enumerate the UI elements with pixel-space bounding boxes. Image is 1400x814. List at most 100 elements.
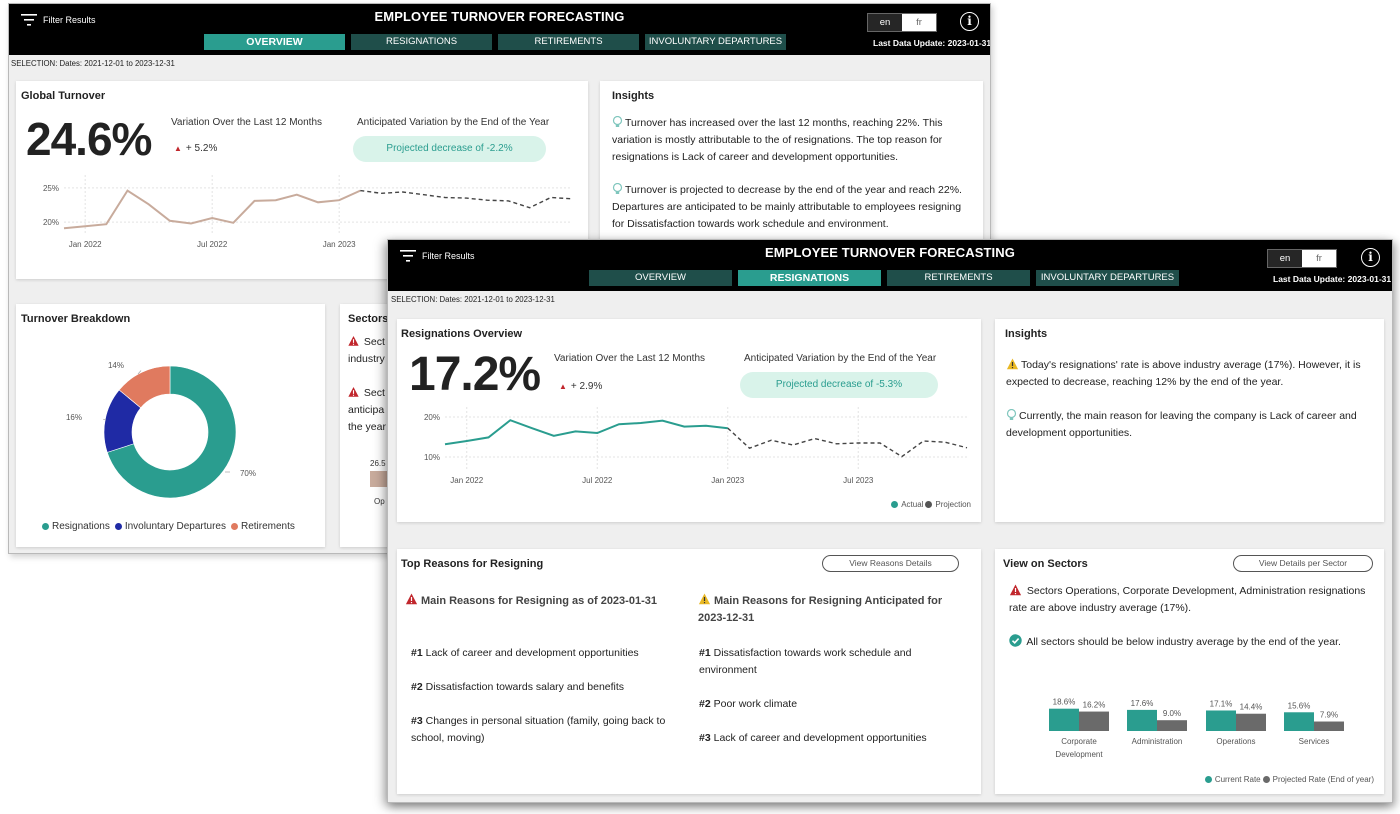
y-tick-label: 25%	[43, 184, 59, 193]
lang-fr-button[interactable]: fr	[1302, 250, 1336, 267]
current-reason-2: #2 Dissatisfaction towards salary and be…	[411, 679, 681, 696]
card-title: Global Turnover	[21, 90, 106, 102]
legend-resignations: Resignations	[42, 521, 110, 532]
variation-value: ▲ + 5.2%	[174, 143, 217, 154]
anticipated-reason-2: #2 Poor work climate	[699, 696, 961, 713]
donut-legend: Resignations Involuntary Departures Retire…	[42, 521, 300, 533]
warning-yellow-icon	[1006, 358, 1019, 370]
info-icon[interactable]: i	[1361, 248, 1380, 267]
turnover-breakdown-card: Turnover Breakdown 70% 16% 14% Resignation…	[16, 304, 325, 547]
up-triangle-icon: ▲	[559, 382, 567, 391]
sector-warning: Sect industry	[348, 334, 385, 368]
bar-value-label: 18.6%	[1053, 698, 1076, 707]
legend-actual: Actual	[891, 500, 923, 509]
top-bar: Filter Results EMPLOYEE TURNOVER FORECAS…	[388, 240, 1392, 291]
reason-text: Lack of career and development opportuni…	[425, 647, 639, 659]
sector-text: anticipa	[348, 404, 385, 416]
heading-text: Main Reasons for Resigning Anticipated f…	[698, 595, 943, 624]
legend-label: Retirements	[240, 521, 295, 532]
current-reasons-heading: Main Reasons for Resigning as of 2023-01…	[405, 593, 685, 610]
nav-tabs: OVERVIEW RESIGNATIONS RETIREMENTS INVOLU…	[204, 34, 786, 50]
bar-projected-rate	[1236, 713, 1266, 731]
tab-overview[interactable]: OVERVIEW	[204, 34, 345, 50]
sector-ok-text: All sectors should be below industry ave…	[1026, 636, 1341, 648]
heading-text: Main Reasons for Resigning as of 2023-01…	[421, 595, 657, 607]
tab-retirements[interactable]: RETIREMENTS	[498, 34, 639, 50]
bar-projected-rate	[1157, 720, 1187, 731]
warning-yellow-icon	[698, 593, 711, 605]
reason-rank: #1	[411, 647, 423, 659]
resignations-window: Filter Results EMPLOYEE TURNOVER FORECAS…	[387, 239, 1393, 803]
turnover-breakdown-donut: 70% 16% 14%	[66, 361, 256, 499]
insight-text: Turnover has increased over the last 12 …	[612, 117, 943, 163]
last-data-update: Last Data Update: 2023-01-31	[873, 38, 990, 48]
bar-value-label: 15.6%	[1288, 701, 1311, 710]
reason-rank: #1	[699, 647, 711, 659]
sector-category: Op	[374, 497, 385, 506]
projection-line	[727, 427, 968, 458]
reason-text: Changes in personal situation (family, g…	[411, 715, 666, 744]
warning-red-icon	[1009, 584, 1022, 596]
x-tick-label: Jan 2022	[69, 240, 102, 249]
language-toggle: en fr	[1267, 249, 1337, 268]
reason-rank: #2	[699, 698, 711, 710]
legend-retirements: Retirements	[230, 521, 295, 532]
sector-text: Sect	[363, 387, 385, 399]
current-reason-1: #1 Lack of career and development opport…	[411, 645, 681, 662]
check-circle-icon	[1009, 634, 1022, 647]
reason-rank: #3	[411, 715, 423, 727]
insight-paragraph: Currently, the main reason for leaving t…	[1006, 408, 1376, 442]
bar-value-label: 9.0%	[1163, 709, 1181, 718]
view-details-per-sector-button[interactable]: View Details per Sector	[1233, 555, 1373, 572]
tab-retirements[interactable]: RETIREMENTS	[887, 270, 1030, 286]
legend-label: Resignations	[52, 521, 110, 532]
anticipated-reason-3: #3 Lack of career and development opport…	[699, 730, 969, 747]
tab-involuntary-departures[interactable]: INVOLUNTARY DEPARTURES	[645, 34, 786, 50]
tab-involuntary-departures[interactable]: INVOLUNTARY DEPARTURES	[1036, 270, 1179, 286]
current-reason-3: #3 Changes in personal situation (family…	[411, 713, 683, 747]
view-reasons-details-button[interactable]: View Reasons Details	[822, 555, 959, 572]
lightbulb-icon	[1006, 409, 1017, 420]
legend-label: Current Rate	[1214, 775, 1261, 784]
reason-rank: #2	[411, 681, 423, 693]
insight-paragraph: Turnover is projected to decrease by the…	[612, 182, 974, 233]
bar-category-label: Corporate	[1061, 737, 1097, 746]
lightbulb-icon	[612, 183, 623, 194]
tab-resignations[interactable]: RESIGNATIONS	[738, 270, 881, 286]
tab-overview[interactable]: OVERVIEW	[589, 270, 732, 286]
legend-label: Actual	[901, 500, 924, 509]
lang-en-button[interactable]: en	[1268, 250, 1302, 267]
variation-text: + 2.9%	[570, 381, 603, 392]
projected-pill: Projected decrease of -2.2%	[353, 136, 546, 162]
app-title: EMPLOYEE TURNOVER FORECASTING	[765, 245, 1015, 260]
last-update-value: 2023-01-31	[1347, 274, 1392, 284]
bar-value-label: 7.9%	[1320, 711, 1338, 720]
anticipated-reasons-heading: Main Reasons for Resigning Anticipated f…	[698, 593, 968, 627]
warning-red-icon	[405, 593, 418, 605]
sector-text: industry	[348, 353, 385, 365]
last-update-label: Last Data Update:	[1273, 274, 1346, 284]
top-reasons-card: Top Reasons for Resigning View Reasons D…	[397, 549, 981, 794]
tab-resignations[interactable]: RESIGNATIONS	[351, 34, 492, 50]
info-icon[interactable]: i	[960, 12, 979, 31]
bar-current-rate	[1127, 709, 1157, 731]
lang-en-button[interactable]: en	[868, 14, 902, 31]
chart-legend: Actual Projection	[891, 500, 971, 510]
kpi-value: 17.2%	[409, 348, 541, 401]
bar-projected-rate	[1079, 711, 1109, 731]
bar-legend: Current Rate Projected Rate (End of year)	[1204, 775, 1374, 785]
legend-label: Projection	[935, 500, 971, 509]
nav-tabs: OVERVIEW RESIGNATIONS RETIREMENTS INVOLU…	[589, 270, 1179, 286]
resignations-line-chart: Jan 2022 Jul 2022 Jan 2023 Jul 2023 10% 20%	[424, 407, 968, 485]
lang-fr-button[interactable]: fr	[902, 14, 936, 31]
bar-value-label: 17.6%	[1131, 699, 1154, 708]
app-title: EMPLOYEE TURNOVER FORECASTING	[374, 9, 625, 24]
last-update-label: Last Data Update:	[873, 38, 946, 48]
insight-text: Turnover is projected to decrease by the…	[612, 184, 962, 230]
bar-value-label: 16.2%	[1083, 701, 1106, 710]
sector-text: the year	[348, 421, 386, 433]
anticipated-label: Anticipated Variation by the End of the …	[357, 117, 550, 128]
reason-text: Lack of career and development opportuni…	[713, 732, 927, 744]
sector-bar-value: 26.5	[370, 459, 386, 468]
variation-value: ▲ + 2.9%	[559, 381, 602, 392]
